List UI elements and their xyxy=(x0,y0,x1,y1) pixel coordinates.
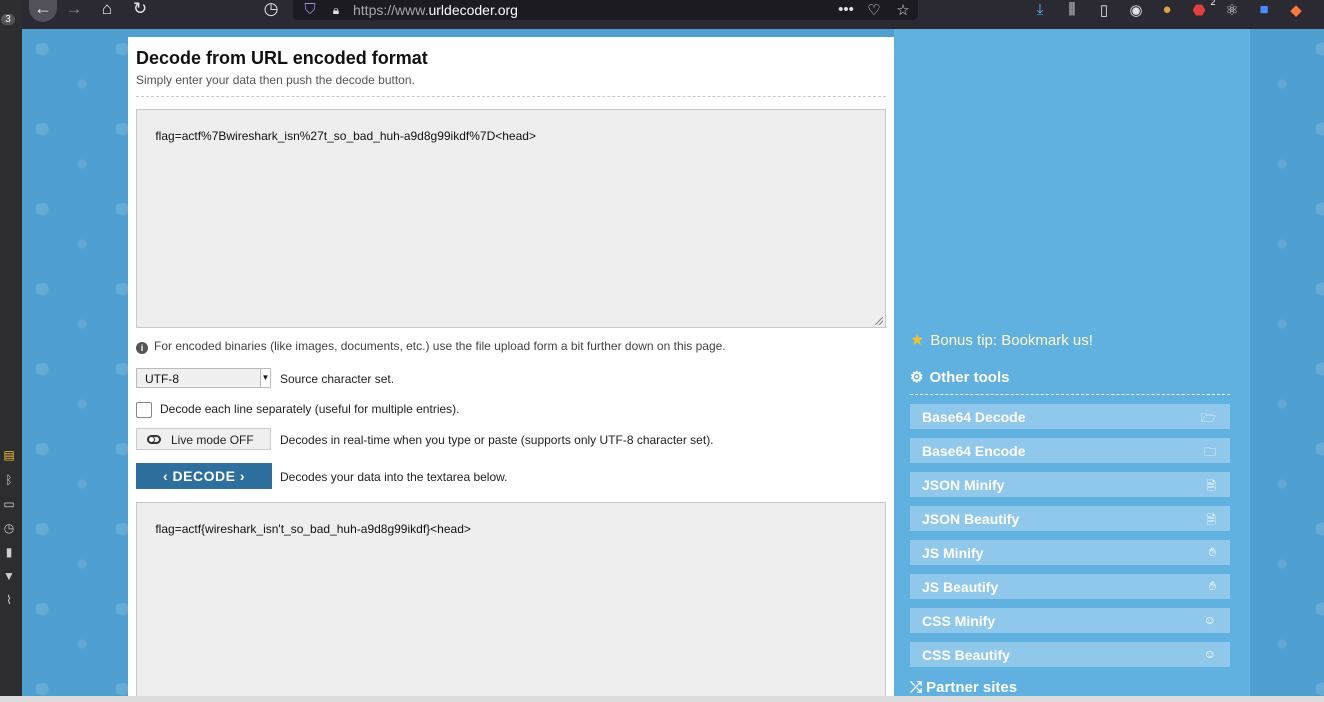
divider xyxy=(136,96,886,97)
page-subtitle: Simply enter your data then push the dec… xyxy=(136,73,415,87)
lock-icon: 🔒︎ xyxy=(332,3,340,17)
adblock-badge: 2 xyxy=(1210,0,1216,7)
browser-toolbar: ← → ⌂ ↻ ◷ ⛉ 🔒︎ https://www.urldecoder.or… xyxy=(0,0,1324,29)
url-domain: urldecoder.org xyxy=(428,2,518,18)
file-code-icon: 🗎 xyxy=(1206,513,1216,527)
reload-icon[interactable]: ↻ xyxy=(128,0,152,19)
tool-label: CSS Minify xyxy=(922,613,996,629)
tool-label: Base64 Encode xyxy=(922,443,1026,459)
tool-label: JS Beautify xyxy=(922,579,999,595)
smile-icon: ☺ xyxy=(1203,647,1216,661)
bonus-tip: ★ Bonus tip: Bookmark us! xyxy=(910,330,1093,350)
decode-description: Decodes your data into the textarea belo… xyxy=(280,470,508,484)
info-note: i For encoded binaries (like images, docu… xyxy=(136,339,726,354)
divider xyxy=(910,394,1230,395)
pocket-icon[interactable]: ♡ xyxy=(865,1,883,19)
tool-css-beautify[interactable]: CSS Beautify ☺ xyxy=(910,642,1230,667)
bottom-taskbar xyxy=(0,696,1324,702)
shuffle-icon: ⤮ xyxy=(910,679,927,696)
account-icon[interactable]: ◉ xyxy=(1127,1,1145,19)
react-icon[interactable]: ⚛ xyxy=(1223,1,1241,19)
tool-css-minify[interactable]: CSS Minify ☺ xyxy=(910,608,1230,633)
chevron-left-icon: ‹ xyxy=(162,468,169,484)
tool-label: JS Minify xyxy=(922,545,984,561)
tool-label: Base64 Decode xyxy=(922,409,1026,425)
bluetooth-icon[interactable]: ᛒ xyxy=(0,473,18,487)
other-tools-title: Other tools xyxy=(929,369,1010,386)
file-icon: 🗎 xyxy=(1206,479,1216,493)
history-icon[interactable]: ◷ xyxy=(259,0,283,19)
charset-value: UTF-8 xyxy=(145,372,179,386)
smile-icon: ☺ xyxy=(1203,613,1216,627)
extension-icon[interactable]: ◆ xyxy=(1287,1,1305,19)
folder-icon: 🗀 xyxy=(1203,445,1216,459)
downloads-icon[interactable]: ⤓ xyxy=(1031,1,1049,18)
home-icon[interactable]: ⌂ xyxy=(95,0,119,19)
clock-icon[interactable]: ◷ xyxy=(0,521,18,535)
output-textarea[interactable]: flag=actf{wireshark_isn't_so_bad_huh-a9d… xyxy=(136,502,886,702)
output-value: flag=actf{wireshark_isn't_so_bad_huh-a9d… xyxy=(155,522,471,536)
star-icon: ★ xyxy=(910,332,925,349)
url-prefix: https://www. xyxy=(353,2,429,18)
tool-json-minify[interactable]: JSON Minify 🗎 xyxy=(910,472,1230,497)
partner-sites-heading: ⤮ Partner sites xyxy=(910,679,1017,696)
battery-icon[interactable]: ▮ xyxy=(0,545,18,559)
cookie-icon[interactable]: ● xyxy=(1158,1,1176,18)
more-actions-icon[interactable]: ••• xyxy=(837,1,855,18)
address-bar[interactable]: ⛉ 🔒︎ https://www.urldecoder.org ••• ♡ ☆ xyxy=(293,0,918,20)
live-mode-description: Decodes in real-time when you type or pa… xyxy=(280,433,714,447)
each-line-label[interactable]: Decode each line separately (useful for … xyxy=(160,402,459,416)
tool-js-beautify[interactable]: JS Beautify ✋︎ xyxy=(910,574,1230,599)
tool-label: CSS Beautify xyxy=(922,647,1010,663)
hand-icon: ✋︎ xyxy=(1209,545,1216,559)
paperclip-icon[interactable]: ⌇ xyxy=(0,593,18,607)
folder-open-icon: 🗁 xyxy=(1201,411,1216,425)
input-value: flag=actf%7Bwireshark_isn%27t_so_bad_huh… xyxy=(155,129,536,143)
forward-arrow-icon[interactable]: → xyxy=(62,0,86,19)
other-tools-heading: ⚙ Other tools xyxy=(910,368,1009,386)
wifi-icon[interactable]: ▼ xyxy=(0,569,18,583)
tool-base64-decode[interactable]: Base64 Decode 🗁 xyxy=(910,404,1230,429)
notes-icon[interactable]: ▤ xyxy=(0,448,18,462)
library-icon[interactable]: ⫼ xyxy=(1063,1,1081,18)
tool-label: JSON Beautify xyxy=(922,511,1020,527)
tool-label: JSON Minify xyxy=(922,477,1005,493)
charset-select[interactable]: UTF-8 ▼ xyxy=(136,368,271,388)
bookmark-star-icon[interactable]: ☆ xyxy=(894,1,912,19)
live-mode-button[interactable]: Live mode OFF xyxy=(136,428,271,450)
charset-label: Source character set. xyxy=(280,372,395,386)
tab-count-badge: 3 xyxy=(1,14,15,25)
shield-icon[interactable]: ⛉ xyxy=(301,1,319,18)
input-textarea[interactable]: flag=actf%7Bwireshark_isn%27t_so_bad_huh… xyxy=(136,109,886,328)
info-text: For encoded binaries (like images, docum… xyxy=(154,339,726,353)
gear-icon: ⚙ xyxy=(910,369,924,386)
info-icon: i xyxy=(136,342,148,354)
url-text[interactable]: https://www.urldecoder.org xyxy=(353,2,518,18)
resize-handle-icon[interactable] xyxy=(875,317,883,325)
live-mode-label: Live mode OFF xyxy=(171,433,254,447)
decode-button[interactable]: ‹ DECODE › xyxy=(136,463,272,489)
volume-icon[interactable]: ▭ xyxy=(0,497,18,511)
tool-base64-encode[interactable]: Base64 Encode 🗀 xyxy=(910,438,1230,463)
bonus-tip-text: Bonus tip: Bookmark us! xyxy=(930,332,1093,349)
decode-panel: Decode from URL encoded format Simply en… xyxy=(128,37,894,702)
chevron-right-icon: › xyxy=(239,468,246,484)
each-line-checkbox[interactable] xyxy=(136,402,152,418)
toggle-icon xyxy=(147,435,161,444)
hand-icon: ✋︎ xyxy=(1209,579,1216,593)
tool-js-minify[interactable]: JS Minify ✋︎ xyxy=(910,540,1230,565)
desktop-panel: 3 ▤ ᛒ ▭ ◷ ▮ ▼ ⌇ xyxy=(0,0,22,702)
chevron-down-icon: ▼ xyxy=(260,369,270,387)
partner-sites-title: Partner sites xyxy=(926,679,1018,696)
back-arrow-icon[interactable]: ← xyxy=(29,0,57,22)
page-title: Decode from URL encoded format xyxy=(136,48,428,68)
decode-label: DECODE xyxy=(172,468,236,484)
tool-json-beautify[interactable]: JSON Beautify 🗎 xyxy=(910,506,1230,531)
sidebar-icon[interactable]: ▯ xyxy=(1095,1,1113,19)
zoom-icon[interactable]: ■ xyxy=(1255,1,1273,18)
